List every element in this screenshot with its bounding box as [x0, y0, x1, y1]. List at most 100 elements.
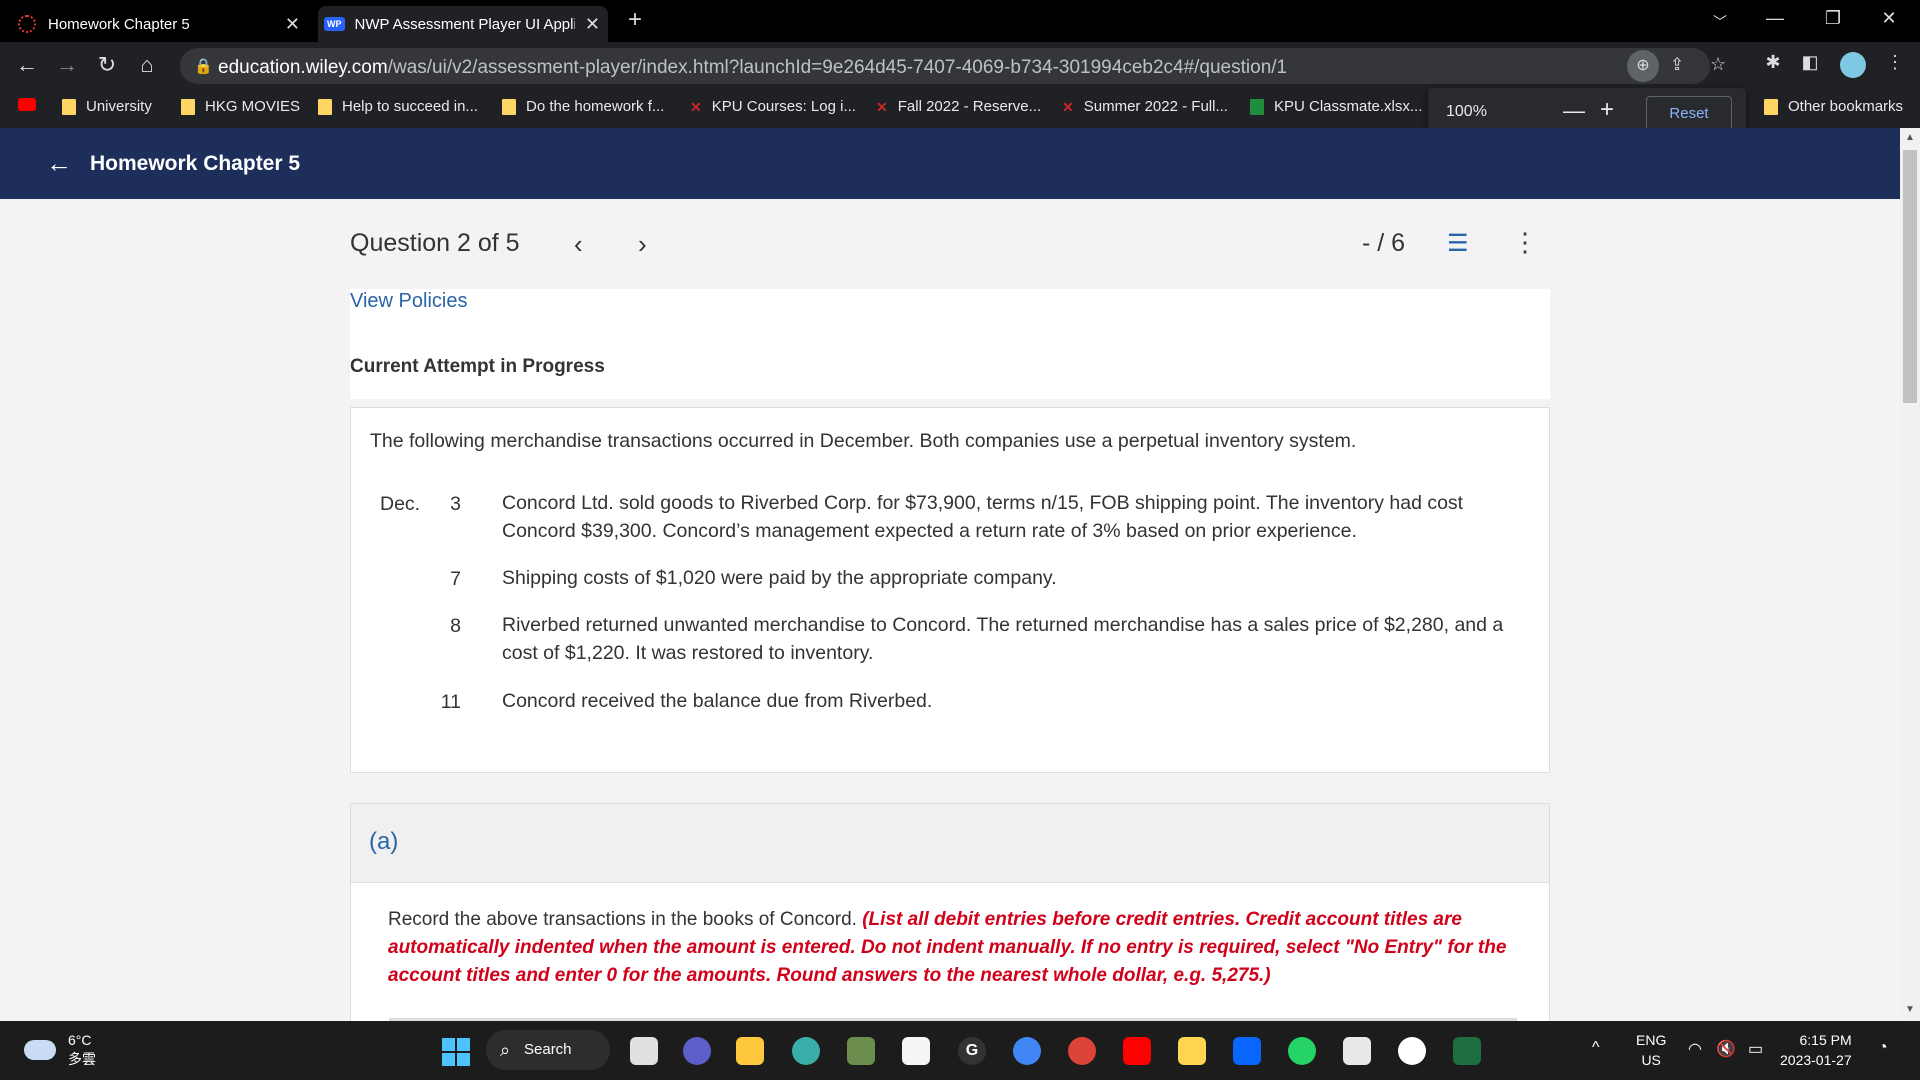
forward-icon[interactable]: → — [52, 52, 82, 78]
folder-icon — [1764, 98, 1778, 115]
lock-icon: 🔒 — [194, 58, 213, 75]
meta-icon[interactable] — [1233, 1037, 1261, 1065]
bookmark-kpu-classmate[interactable]: KPU Classmate.xlsx... — [1250, 98, 1422, 115]
extensions-icon[interactable]: ✱ — [1758, 52, 1788, 73]
view-policies-link[interactable]: View Policies — [350, 290, 467, 313]
bookmark-fall-2022[interactable]: ✕ Fall 2022 - Reserve... — [876, 98, 1041, 115]
cloud-icon — [24, 1040, 56, 1060]
scroll-up-icon[interactable]: ▲ — [1905, 132, 1915, 143]
volume-muted-icon[interactable]: 🔇 — [1716, 1039, 1736, 1059]
language-indicator[interactable]: ENG US — [1636, 1030, 1666, 1070]
wiley-favicon-icon — [18, 15, 36, 33]
back-icon[interactable]: ← — [12, 52, 42, 78]
app-icon[interactable] — [1398, 1037, 1426, 1065]
restore-icon[interactable]: ❐ — [1818, 8, 1848, 29]
notification-icon[interactable]: ◔ — [1878, 1039, 1888, 1057]
close-tab-icon[interactable]: ✕ — [285, 14, 300, 35]
next-question-icon[interactable]: › — [638, 229, 647, 260]
new-tab-icon[interactable]: + — [620, 6, 650, 34]
part-label: (a) — [369, 828, 399, 855]
question-box: The following merchandise transactions o… — [350, 407, 1550, 773]
task-view-icon[interactable] — [630, 1037, 658, 1065]
more-options-icon[interactable]: ⋮ — [1512, 227, 1538, 258]
bookmark-star-icon[interactable]: ☆ — [1710, 54, 1726, 75]
taskbar-search[interactable]: ⌕ Search — [486, 1030, 610, 1070]
system-clock[interactable]: 6:15 PM 2023-01-27 — [1780, 1030, 1852, 1070]
youtube-bookmark[interactable] — [18, 98, 36, 111]
show-hidden-icons-icon[interactable]: ^ — [1592, 1039, 1600, 1057]
moodle-icon[interactable] — [1178, 1037, 1206, 1065]
back-arrow-icon[interactable]: ← — [46, 148, 72, 179]
grammarly-icon[interactable]: G — [958, 1037, 986, 1065]
close-tab-icon[interactable]: ✕ — [585, 14, 600, 35]
browser-tab-strip: Homework Chapter 5 ✕ WP NWP Assessment P… — [0, 0, 1920, 42]
battery-icon[interactable]: ▭ — [1748, 1039, 1763, 1059]
transaction-text: Shipping costs of $1,020 were paid by th… — [502, 567, 1057, 589]
transaction-text: Concord Ltd. sold goods to Riverbed Corp… — [502, 492, 1464, 542]
bookmark-hkg-movies[interactable]: HKG MOVIES — [181, 98, 300, 115]
wp-favicon-icon: WP — [324, 17, 345, 31]
minimize-icon[interactable]: — — [1760, 8, 1790, 29]
app-icon[interactable] — [847, 1037, 875, 1065]
transaction-day: 11 — [440, 691, 461, 713]
question-list-icon[interactable]: ☰ — [1447, 229, 1469, 258]
browser-toolbar: ← → ↻ ⌂ 🔒 education.wiley.com/was/ui/v2/… — [0, 42, 1920, 88]
part-a-box: (a) Record the above transactions in the… — [350, 803, 1550, 1021]
part-header: (a) — [351, 804, 1549, 883]
scrollbar-thumb[interactable] — [1903, 150, 1917, 403]
folder-icon — [318, 98, 332, 115]
transaction-day: 8 — [450, 615, 461, 637]
bookmark-kpu-courses[interactable]: ✕ KPU Courses: Log i... — [690, 98, 856, 115]
kpu-icon: ✕ — [876, 98, 888, 115]
side-panel-icon[interactable]: ◧ — [1795, 52, 1825, 73]
zoom-reset-button[interactable]: Reset — [1646, 96, 1732, 132]
folder-icon — [502, 98, 516, 115]
zoom-in-icon[interactable]: + — [1600, 96, 1614, 124]
transaction-text: Concord received the balance due from Ri… — [502, 690, 933, 712]
folder-icon — [181, 98, 195, 115]
home-icon[interactable]: ⌂ — [132, 52, 162, 78]
policies-panel — [350, 289, 1550, 399]
chrome-profile-icon[interactable] — [1068, 1037, 1096, 1065]
app-header: ← Homework Chapter 5 — [0, 128, 1900, 199]
tab-search-icon[interactable]: ﹀ — [1705, 12, 1735, 32]
teams-chat-icon[interactable] — [683, 1037, 711, 1065]
scroll-down-icon[interactable]: ▼ — [1905, 1004, 1915, 1015]
address-bar[interactable]: 🔒 education.wiley.com/was/ui/v2/assessme… — [180, 48, 1726, 84]
weather-widget[interactable]: 6°C 多雲 — [24, 1031, 96, 1069]
transaction-text: Riverbed returned unwanted merchandise t… — [502, 614, 1504, 664]
reload-icon[interactable]: ↻ — [92, 52, 122, 78]
microsoft-store-icon[interactable] — [902, 1037, 930, 1065]
wifi-icon[interactable]: ◠ — [1688, 1039, 1702, 1059]
whatsapp-icon[interactable] — [1288, 1037, 1316, 1065]
tab-homework-chapter-5[interactable]: Homework Chapter 5 ✕ — [18, 6, 308, 42]
bookmark-university[interactable]: University — [62, 98, 152, 115]
broadcast-icon[interactable] — [1343, 1037, 1371, 1065]
profile-avatar[interactable] — [1840, 52, 1866, 78]
youtube-icon[interactable] — [1123, 1037, 1151, 1065]
tab-nwp-assessment-player[interactable]: WP NWP Assessment Player UI Appli ✕ — [318, 6, 608, 42]
folder-icon — [62, 98, 76, 115]
bookmark-help-to-succeed[interactable]: Help to succeed in... — [318, 98, 478, 115]
kpu-icon: ✕ — [1062, 98, 1074, 115]
zoom-out-icon[interactable]: — — [1563, 98, 1585, 124]
transaction-day: 3 — [450, 493, 461, 515]
clock-app-icon[interactable] — [792, 1037, 820, 1065]
previous-question-icon[interactable]: ‹ — [574, 229, 583, 260]
chrome-menu-icon[interactable]: ⋮ — [1880, 52, 1910, 73]
windows-start-icon[interactable] — [442, 1038, 470, 1066]
share-icon[interactable]: ⇪ — [1670, 55, 1684, 75]
question-counter: Question 2 of 5 — [350, 229, 520, 257]
url-text: education.wiley.com/was/ui/v2/assessment… — [218, 57, 1288, 78]
page-scrollbar[interactable]: ▲ ▼ — [1900, 128, 1920, 1021]
chrome-icon[interactable] — [1013, 1037, 1041, 1065]
close-window-icon[interactable]: ✕ — [1874, 8, 1904, 29]
kpu-icon: ✕ — [690, 98, 702, 115]
file-explorer-icon[interactable] — [736, 1037, 764, 1065]
bookmark-other-bookmarks[interactable]: Other bookmarks — [1764, 98, 1903, 115]
transaction-day: 7 — [450, 568, 461, 590]
bookmark-do-the-homework[interactable]: Do the homework f... — [502, 98, 664, 115]
excel-icon[interactable] — [1453, 1037, 1481, 1065]
bookmark-summer-2022[interactable]: ✕ Summer 2022 - Full... — [1062, 98, 1228, 115]
zoom-icon[interactable]: ⊕ — [1627, 50, 1659, 82]
